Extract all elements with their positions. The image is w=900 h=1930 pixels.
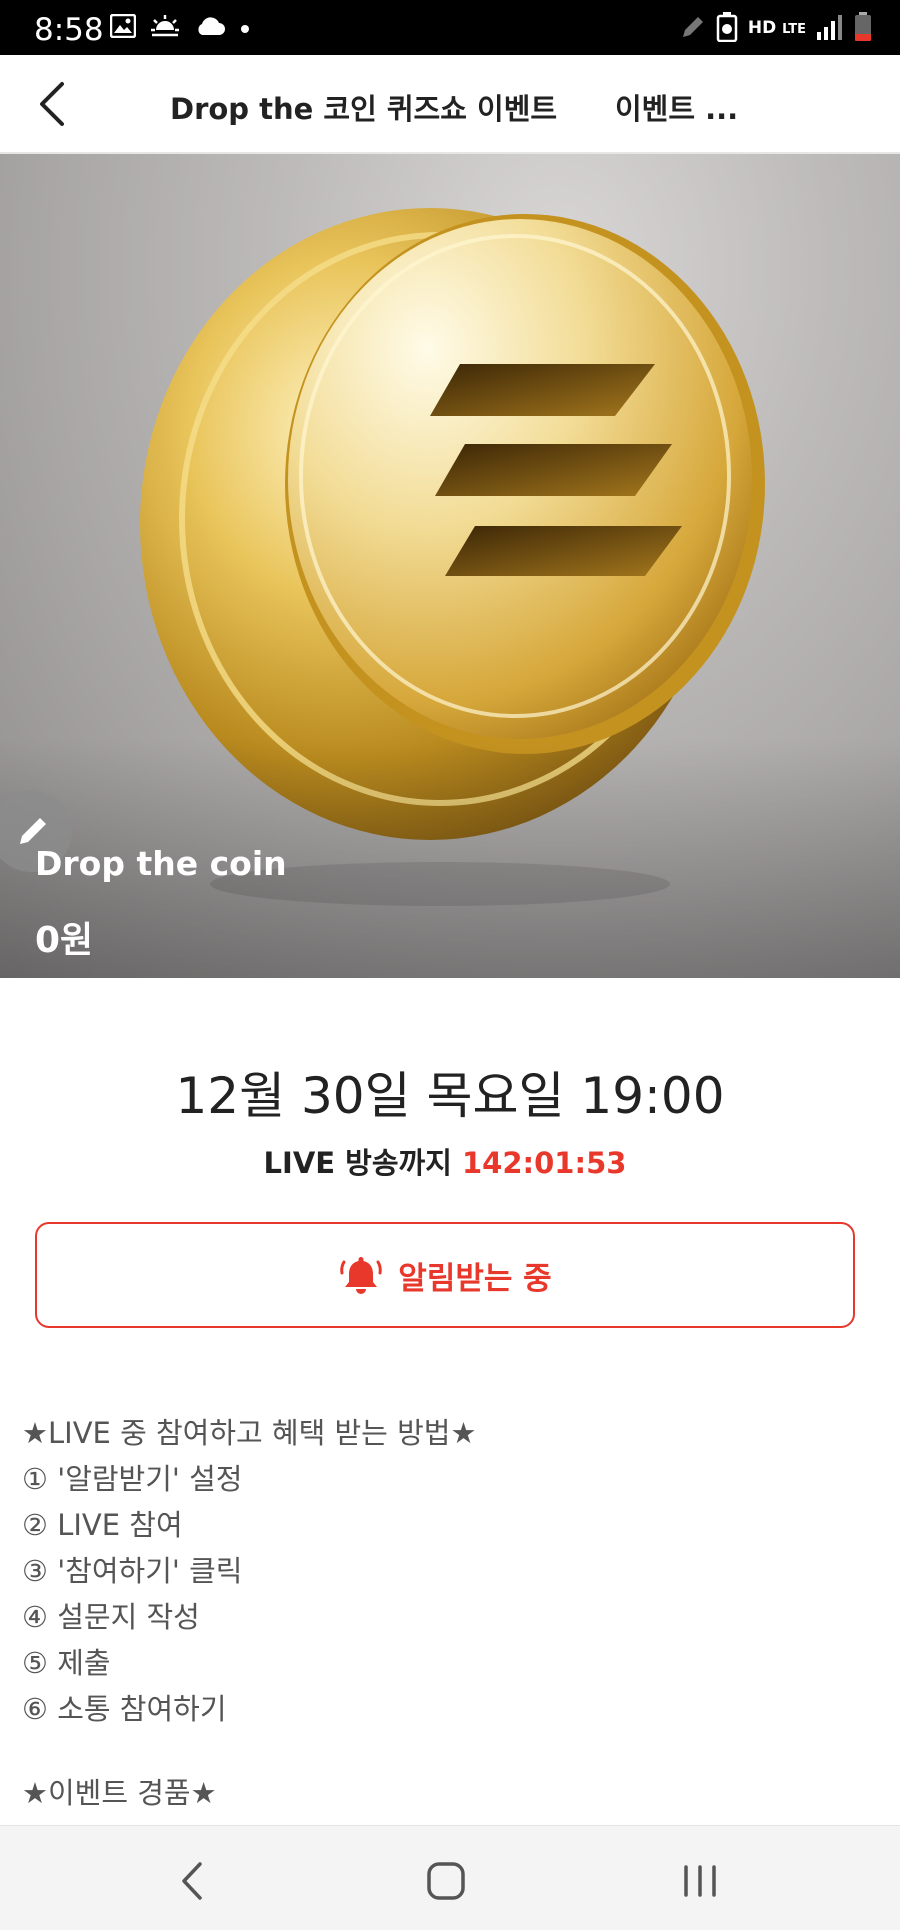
live-countdown: LIVE 방송까지 142:01:53: [0, 1140, 890, 1182]
status-time: 8:58: [34, 12, 104, 48]
system-nav-bar: [0, 1825, 900, 1930]
description-step: ② LIVE 참여: [22, 1508, 183, 1542]
nav-recents-icon: [684, 1865, 716, 1897]
description-heading: ★LIVE 중 참여하고 혜택 받는 방법★: [22, 1416, 477, 1450]
image-icon: [109, 13, 137, 42]
page-title: Drop the 코인 퀴즈쇼 이벤트: [170, 92, 558, 126]
product-price: 0원: [35, 920, 94, 961]
back-button[interactable]: [30, 79, 80, 129]
status-bar: 8:58 HD LTE: [0, 0, 900, 55]
cloud-icon: [194, 15, 226, 41]
tab-event[interactable]: 이벤트 ...: [615, 86, 738, 128]
description-step: ⑤ 제출: [22, 1646, 111, 1680]
notify-label: 알림받는 중: [398, 1260, 552, 1297]
battery-saver-icon: [716, 12, 738, 46]
countdown-prefix: LIVE 방송까지: [263, 1146, 462, 1180]
network-sub: LTE: [782, 22, 806, 37]
chevron-left-icon: [40, 82, 64, 126]
description-step: ③ '참여하기' 클릭: [22, 1554, 243, 1588]
network-label: HD: [747, 18, 777, 38]
pen-icon: [680, 14, 706, 44]
description-step: ④ 설문지 작성: [22, 1600, 200, 1634]
status-left-icons: [109, 13, 250, 42]
app-header: Drop the 코인 퀴즈쇼 이벤트 이벤트 ...: [0, 55, 900, 154]
bell-ringing-icon: [340, 1257, 383, 1294]
nav-back-icon: [182, 1862, 202, 1900]
nav-home-button[interactable]: [416, 1856, 476, 1906]
nav-recents-button[interactable]: [670, 1856, 730, 1906]
broadcast-date: 12월 30일 목요일 19:00: [175, 1067, 725, 1125]
sun-icon: [150, 14, 180, 42]
nav-back-button[interactable]: [163, 1856, 223, 1906]
nav-home-icon: [427, 1862, 465, 1900]
hd-voice-lte-icon: HD LTE: [747, 18, 806, 38]
notify-button[interactable]: 알림받는 중: [35, 1222, 855, 1328]
product-name: Drop the coin: [35, 844, 287, 883]
status-right-icons: HD LTE: [680, 12, 872, 46]
countdown-time: 142:01:53: [461, 1146, 627, 1180]
battery-icon: [854, 12, 872, 46]
event-description: ★LIVE 중 참여하고 혜택 받는 방법★ ① '알람받기' 설정 ② LIV…: [22, 1410, 476, 1816]
description-step: ⑥ 소통 참여하기: [22, 1692, 227, 1726]
hero-image: Drop the coin 0원: [0, 154, 900, 978]
prize-heading: ★이벤트 경품★: [22, 1776, 217, 1810]
description-step: ① '알람받기' 설정: [22, 1462, 243, 1496]
signal-icon: [816, 14, 844, 44]
dot-icon: [240, 19, 250, 38]
